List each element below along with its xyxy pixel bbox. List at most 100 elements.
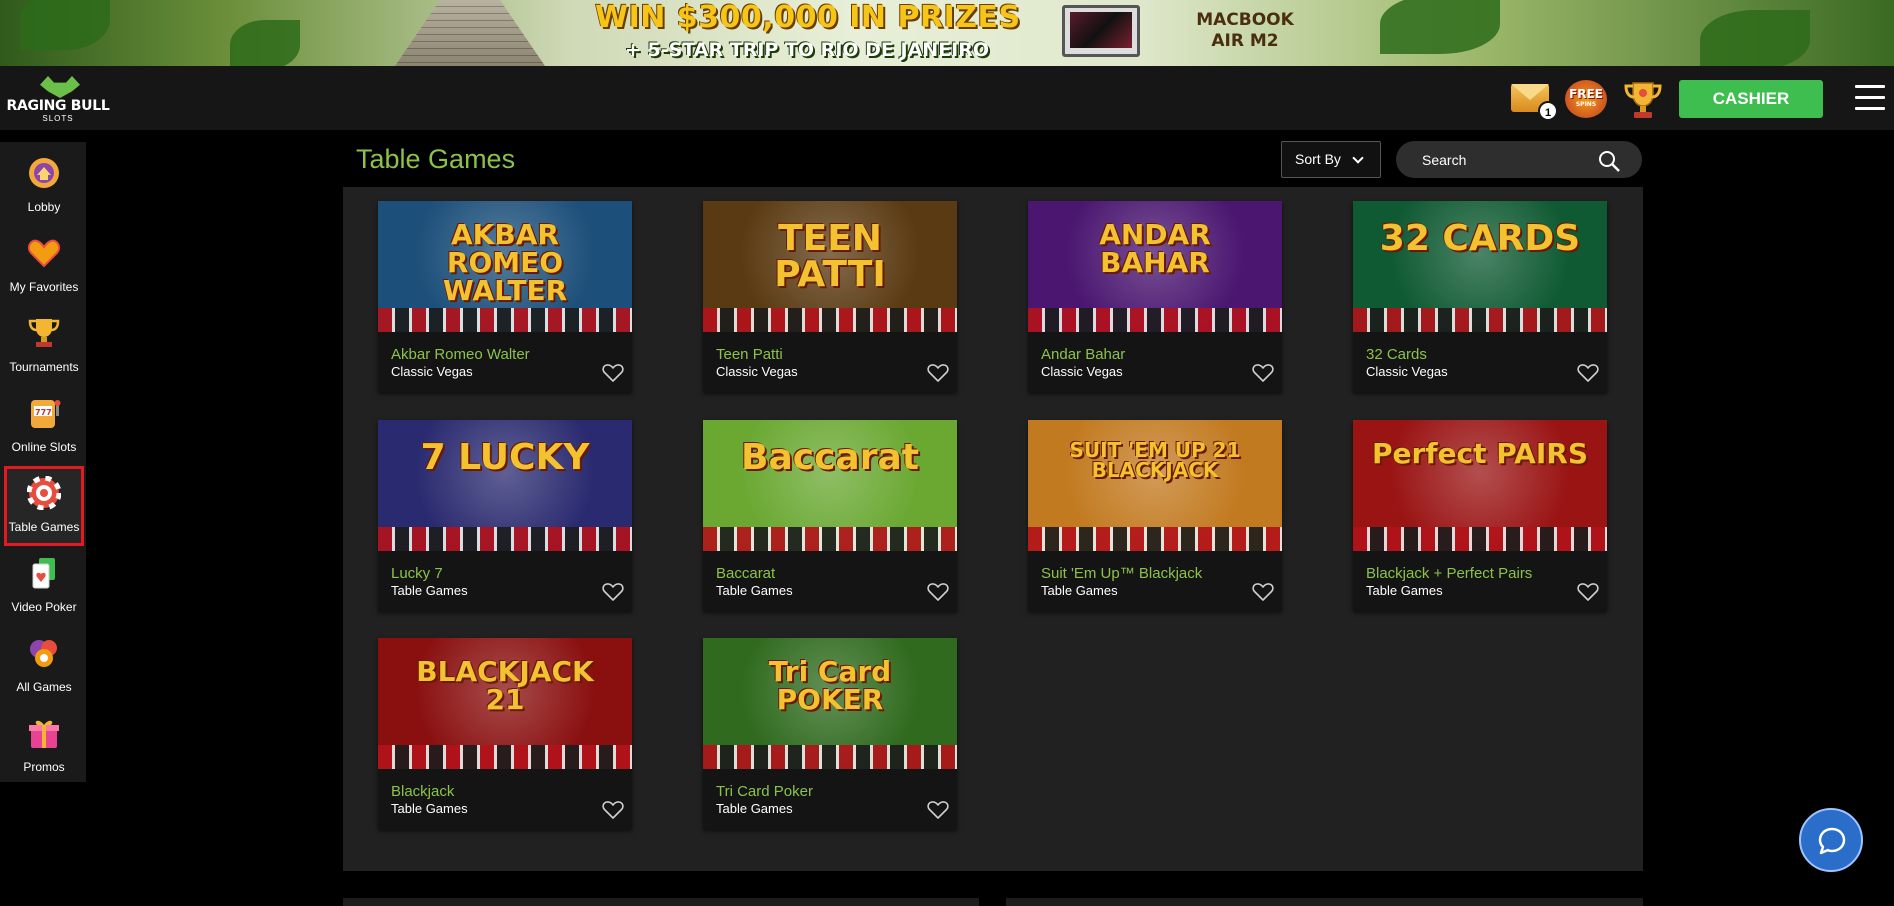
game-card[interactable]: BLACKJACK 21 Blackjack Table Games [378,638,632,829]
chat-bubble-icon [1818,827,1846,855]
cashier-button[interactable]: CASHIER [1679,80,1823,118]
sidebar-item-tournaments[interactable]: Tournaments [4,306,84,386]
game-category: Classic Vegas [391,364,473,379]
favorite-heart-icon[interactable] [927,800,949,820]
game-title[interactable]: Teen Patti [716,346,783,363]
heart-icon [27,236,61,270]
game-title[interactable]: Tri Card Poker [716,783,813,800]
game-thumbnail-art: AKBAR ROMEO WALTER [442,218,568,307]
sidebar-item-lobby[interactable]: Lobby [4,146,84,226]
game-title[interactable]: Lucky 7 [391,565,443,582]
game-title[interactable]: Blackjack + Perfect Pairs [1366,565,1532,582]
jungle-leaf-decoration [230,20,300,66]
sidebar-item-online-slots[interactable]: 777 Online Slots [4,386,84,466]
favorite-heart-icon[interactable] [1577,582,1599,602]
banner-subline: + 5-STAR TRIP TO RIO DE JANEIRO [625,39,990,61]
game-thumbnail-art: BLACKJACK 21 [416,655,594,716]
game-thumbnail[interactable]: BLACKJACK 21 [378,638,632,769]
game-thumbnail[interactable]: ANDAR BAHAR [1028,201,1282,332]
free-spins-button[interactable]: FREE SPINS [1565,80,1607,118]
game-card[interactable]: Perfect PAIRS Blackjack + Perfect Pairs Ta… [1353,420,1607,611]
game-category: Table Games [391,801,468,816]
trophy-icon [27,316,61,350]
casino-chips-decoration [1028,527,1282,551]
casino-chips-decoration [1353,308,1607,332]
game-thumbnail[interactable]: AKBAR ROMEO WALTER [378,201,632,332]
game-thumbnail-art: SUIT 'EM UP 21 BLACKJACK [1069,438,1241,482]
slot-machine-icon: 777 [27,396,61,430]
casino-chips-decoration [378,527,632,551]
search-icon[interactable] [1597,149,1620,172]
sidebar-item-all-games[interactable]: All Games [4,626,84,706]
game-category: Classic Vegas [716,364,798,379]
game-card[interactable]: 7 LUCKY Lucky 7 Table Games [378,420,632,611]
search-box[interactable] [1396,141,1642,178]
favorite-heart-icon[interactable] [1252,582,1274,602]
poker-chip-icon [26,475,62,511]
favorite-heart-icon[interactable] [1252,363,1274,383]
game-category: Table Games [716,583,793,598]
casino-chips-decoration [1028,308,1282,332]
game-card[interactable]: Baccarat Baccarat Table Games [703,420,957,611]
live-chat-button[interactable] [1799,808,1863,872]
casino-chips-decoration [703,745,957,769]
search-input[interactable] [1422,141,1582,178]
sidebar-item-table-games[interactable]: Table Games [4,466,84,546]
game-title[interactable]: Baccarat [716,565,775,582]
game-thumbnail-art: Baccarat [741,437,919,478]
game-thumbnail[interactable]: Tri Card POKER [703,638,957,769]
casino-chips-decoration [703,308,957,332]
chevron-down-icon [1352,152,1364,164]
game-category: Table Games [1041,583,1118,598]
site-logo[interactable]: RAGING BULL SLOTS [4,76,112,124]
game-card[interactable]: TEEN PATTI Teen Patti Classic Vegas [703,201,957,392]
cards-icon [27,556,61,590]
casino-chips-decoration [1353,527,1607,551]
game-category: Classic Vegas [1366,364,1448,379]
favorite-heart-icon[interactable] [1577,363,1599,383]
game-thumbnail[interactable]: SUIT 'EM UP 21 BLACKJACK [1028,420,1282,551]
logo-sub-text: SLOTS [42,114,74,123]
game-title[interactable]: Andar Bahar [1041,346,1125,363]
svg-text:777: 777 [35,408,52,417]
all-games-icon [27,636,61,670]
bull-icon [40,76,80,98]
sort-by-dropdown[interactable]: Sort By [1281,141,1381,178]
favorite-heart-icon[interactable] [927,363,949,383]
banner-prize-text: MACBOOK AIR M2 [1196,10,1294,51]
favorite-heart-icon[interactable] [927,582,949,602]
game-card[interactable]: ANDAR BAHAR Andar Bahar Classic Vegas [1028,201,1282,392]
favorite-heart-icon[interactable] [602,582,624,602]
trophy-icon[interactable] [1622,80,1664,120]
messages-button[interactable]: 1 [1511,84,1558,121]
message-count-badge: 1 [1538,101,1558,121]
footer-section-right [1006,898,1643,906]
favorite-heart-icon[interactable] [602,800,624,820]
game-thumbnail[interactable]: TEEN PATTI [703,201,957,332]
game-title[interactable]: Blackjack [391,783,454,800]
game-title[interactable]: Suit 'Em Up™ Blackjack [1041,565,1202,582]
favorite-heart-icon[interactable] [602,363,624,383]
game-card[interactable]: SUIT 'EM UP 21 BLACKJACK Suit 'Em Up™ Bla… [1028,420,1282,611]
lobby-icon [27,156,61,190]
game-card[interactable]: AKBAR ROMEO WALTER Akbar Romeo Walter Clas… [378,201,632,392]
sidebar-item-my-favorites[interactable]: My Favorites [4,226,84,306]
promo-banner[interactable]: WIN $300,000 IN PRIZES + 5-STAR TRIP TO … [0,0,1894,66]
laptop-illustration [1062,5,1140,57]
game-thumbnail[interactable]: Baccarat [703,420,957,551]
game-title[interactable]: Akbar Romeo Walter [391,346,530,363]
gift-icon [27,716,61,750]
hamburger-menu-icon[interactable] [1855,85,1885,111]
game-card[interactable]: Tri Card POKER Tri Card Poker Table Games [703,638,957,829]
game-card[interactable]: 32 CARDS 32 Cards Classic Vegas [1353,201,1607,392]
casino-chips-decoration [703,527,957,551]
game-thumbnail[interactable]: 32 CARDS [1353,201,1607,332]
game-title[interactable]: 32 Cards [1366,346,1427,363]
sidebar-item-promos[interactable]: Promos [4,706,84,786]
footer-section-left [343,898,979,906]
sidebar-item-video-poker[interactable]: Video Poker [4,546,84,626]
sidebar-nav: Lobby My Favorites Tournaments 777 Onlin… [0,142,86,782]
game-thumbnail[interactable]: 7 LUCKY [378,420,632,551]
game-thumbnail[interactable]: Perfect PAIRS [1353,420,1607,551]
game-thumbnail-art: Tri Card POKER [768,655,892,716]
